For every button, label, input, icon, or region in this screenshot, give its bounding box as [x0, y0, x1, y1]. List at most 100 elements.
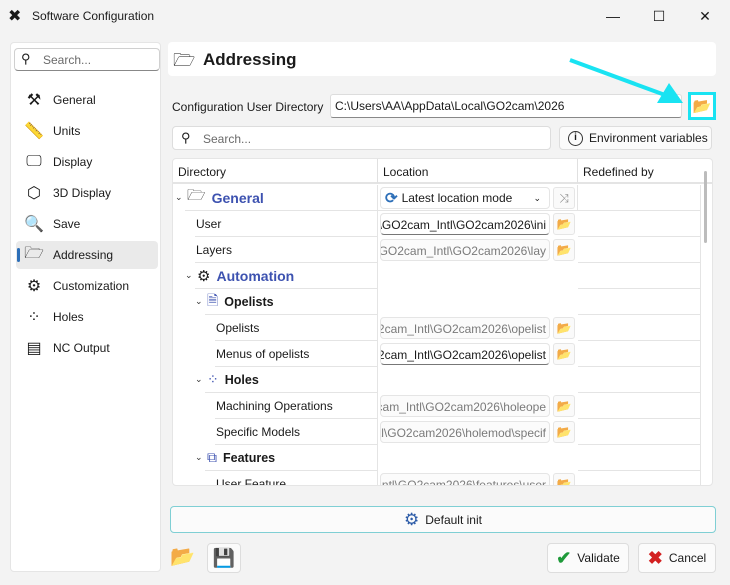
browse-button[interactable]: 📂 — [553, 317, 575, 339]
close-button[interactable]: ✕ — [682, 0, 728, 32]
location-mode-value: Latest location mode — [401, 191, 513, 205]
sidebar-search-input[interactable]: ⚲ Search... — [14, 48, 160, 71]
sidebar-item-display[interactable]: 🖵 Display — [16, 148, 158, 176]
folder-icon: 📂 — [556, 425, 572, 439]
directory-label: Menus of opelists — [216, 346, 310, 361]
chevron-down-icon[interactable]: ⌄ — [195, 452, 203, 463]
subgroup-label: Holes — [224, 372, 259, 387]
chevron-down-icon: ⌄ — [533, 192, 541, 203]
table-row-group[interactable]: ⌄ ⚙ Automation — [173, 263, 701, 289]
folder-icon: 📂 — [556, 477, 572, 486]
validate-button[interactable]: ✔ Validate — [547, 543, 629, 573]
location-input[interactable]: C:\Users\AA\AppData\Local\GO2cam_Intl\GO… — [380, 421, 550, 443]
location-input[interactable]: C:\Users\AA\AppData\Local\GO2cam_Intl\GO… — [380, 343, 550, 365]
annotation-arrow — [569, 58, 683, 103]
info-icon: i — [568, 130, 583, 146]
column-header-redefined[interactable]: Redefined by — [578, 159, 712, 184]
environment-variables-button[interactable]: i Environment variables — [559, 126, 712, 150]
location-input[interactable]: C:\Users\AA\AppData\Local\GO2cam_Intl\GO… — [380, 473, 550, 485]
chevron-down-icon[interactable]: ⌄ — [195, 374, 203, 385]
sidebar-item-label: Customization — [53, 279, 130, 293]
table-row[interactable]: User Feature C:\Users\AA\AppData\Local\G… — [173, 471, 701, 486]
open-folder-button[interactable]: 📂 — [170, 544, 195, 569]
cancel-label: Cancel — [668, 551, 707, 565]
table-row-subgroup[interactable]: ⌄ ⁘ Holes — [173, 367, 701, 393]
page-title: Addressing — [203, 50, 297, 69]
sidebar-item-general[interactable]: ⚒ General — [16, 86, 158, 114]
gear-refresh-icon: ⚙ — [404, 509, 420, 529]
browse-button[interactable]: 📂 — [553, 343, 575, 365]
chevron-down-icon[interactable]: ⌄ — [185, 270, 193, 281]
column-header-location[interactable]: Location — [378, 159, 578, 184]
minimize-button[interactable]: — — [590, 0, 636, 32]
location-input[interactable]: C:\Users\AA\AppData\Local\GO2cam_Intl\GO… — [380, 213, 550, 235]
table-row[interactable]: Layers C:\Users\AA\AppData\Local\GO2cam_… — [173, 237, 701, 263]
sidebar-item-addressing[interactable]: 🗁 Addressing — [16, 241, 158, 269]
save-button[interactable]: 💾 — [207, 543, 241, 573]
sidebar-item-nc-output[interactable]: ▤ NC Output — [16, 334, 158, 362]
cancel-button[interactable]: ✖ Cancel — [638, 543, 716, 573]
group-label: General — [211, 189, 264, 206]
folder-icon: 📂 — [556, 347, 572, 361]
sidebar-item-holes[interactable]: ⁘ Holes — [16, 303, 158, 331]
folder-open-icon: 🗁 — [173, 50, 196, 70]
browse-button[interactable]: 📂 — [553, 239, 575, 261]
gear-icon: ⚙ — [197, 267, 211, 285]
directory-label: User Feature — [216, 476, 287, 486]
folder-icon: 📂 — [556, 217, 572, 231]
table-search-input[interactable]: ⚲ Search... — [172, 126, 551, 150]
floppy-icon: 💾 — [212, 547, 236, 568]
directory-label: Layers — [196, 242, 233, 257]
maximize-button[interactable]: ☐ — [636, 0, 682, 32]
browse-button[interactable]: 📂 — [553, 473, 575, 486]
default-init-button[interactable]: ⚙ Default init — [170, 506, 716, 533]
folder-icon: 📂 — [556, 321, 572, 335]
refresh-icon: ⟳ — [385, 190, 398, 207]
sidebar-item-label: Save — [53, 217, 81, 231]
table-row[interactable]: Specific Models C:\Users\AA\AppData\Loca… — [173, 419, 701, 445]
table-scrollbar[interactable] — [704, 171, 707, 243]
folder-open-icon: 🗁 — [187, 187, 206, 204]
location-mode-dropdown[interactable]: ⟳ Latest location mode ⌄ — [380, 187, 550, 209]
sidebar-item-units[interactable]: 📏 Units — [16, 117, 158, 145]
app-tools-icon: ✖ — [8, 8, 22, 25]
features-icon: ⧉ — [207, 449, 217, 465]
sidebar-item-3d-display[interactable]: ⬡ 3D Display — [16, 179, 158, 207]
directory-label: Opelists — [216, 320, 260, 335]
column-header-directory[interactable]: Directory — [173, 159, 378, 184]
location-input[interactable]: C:\Users\AA\AppData\Local\GO2cam_Intl\GO… — [380, 395, 550, 417]
table-row-subgroup[interactable]: ⌄ 🗎 Opelists — [173, 289, 701, 315]
browse-button[interactable]: 📂 — [553, 213, 575, 235]
folder-icon: 📂 — [556, 399, 572, 413]
folder-icon: 📂 — [556, 243, 572, 257]
location-input[interactable]: C:\Users\AA\AppData\Local\GO2cam_Intl\GO… — [380, 317, 550, 339]
location-input[interactable]: C:\Users\AA\AppData\Local\GO2cam_Intl\GO… — [380, 239, 550, 261]
sidebar-item-customization[interactable]: ⚙ Customization — [16, 272, 158, 300]
ruler-icon: 📏 — [24, 123, 44, 140]
env-vars-label: Environment variables — [589, 131, 708, 145]
search-placeholder: Search... — [203, 132, 252, 146]
browse-button[interactable]: 📂 — [553, 395, 575, 417]
browse-config-dir-button[interactable]: 📂 — [688, 92, 716, 120]
sidebar-item-save[interactable]: 🔍 Save — [16, 210, 158, 238]
tools-icon: ⚒ — [26, 92, 42, 109]
table-row[interactable]: Menus of opelists C:\Users\AA\AppData\Lo… — [173, 341, 701, 367]
browse-button[interactable]: 📂 — [553, 421, 575, 443]
table-row-general[interactable]: ⌄ 🗁 General ⟳ Latest location mode ⌄ ⤨ — [173, 185, 701, 211]
save-search-icon: 🔍 — [24, 216, 44, 233]
x-icon: ✖ — [647, 547, 663, 568]
chevron-down-icon[interactable]: ⌄ — [175, 192, 183, 203]
sidebar-item-label: Addressing — [53, 248, 114, 262]
chevron-down-icon[interactable]: ⌄ — [195, 296, 203, 307]
search-icon: ⚲ — [181, 130, 191, 145]
subgroup-label: Opelists — [224, 294, 274, 309]
table-row[interactable]: User C:\Users\AA\AppData\Local\GO2cam_In… — [173, 211, 701, 237]
table-row[interactable]: Opelists C:\Users\AA\AppData\Local\GO2ca… — [173, 315, 701, 341]
gear-icon: ⚙ — [26, 278, 42, 295]
shuffle-button[interactable]: ⤨ — [553, 187, 575, 209]
check-icon: ✔ — [556, 547, 572, 568]
table-row[interactable]: Machining Operations C:\Users\AA\AppData… — [173, 393, 701, 419]
table-row-subgroup[interactable]: ⌄ ⧉ Features — [173, 445, 701, 471]
holes-icon: ⁘ — [207, 371, 219, 387]
search-placeholder: Search... — [43, 53, 92, 67]
